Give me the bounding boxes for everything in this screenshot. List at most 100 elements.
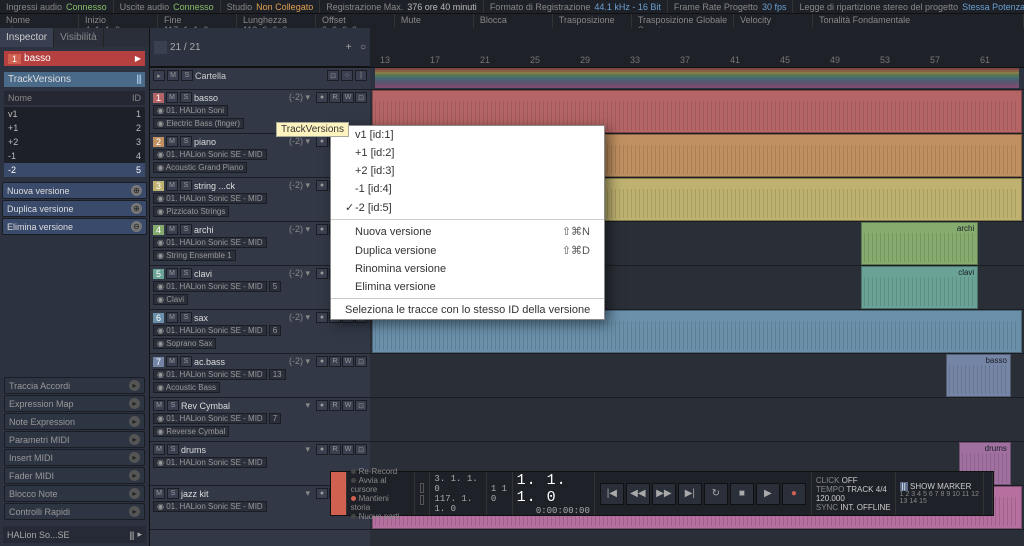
solo-button[interactable]: S (180, 92, 192, 103)
record-enable[interactable]: ● (316, 92, 328, 103)
menu-item[interactable]: Duplica versione⇧⌘D (331, 241, 604, 260)
menu-item-version[interactable]: +2 [id:3] (331, 162, 604, 180)
mute-button[interactable]: M (166, 356, 178, 367)
midi-clip[interactable]: basso (946, 354, 1011, 397)
rewind-button[interactable]: ◀◀ (626, 483, 650, 505)
selected-track-header[interactable]: 1 basso ▶ (4, 51, 145, 66)
menu-item[interactable]: Elimina versione (331, 278, 604, 296)
transport-panel: Re-RecordAvvia al cursoreMantieni storia… (330, 471, 994, 516)
menu-item[interactable]: Nuova versione⇧⌘N (331, 222, 604, 241)
lock-icon[interactable]: ⊡ (355, 444, 367, 455)
solo-button[interactable]: S (180, 356, 192, 367)
solo-button[interactable]: S (180, 136, 192, 147)
record-mode-option[interactable]: Avvia al cursore (351, 476, 410, 494)
write-button[interactable]: W (342, 400, 354, 411)
track-list-tabs[interactable]: 21 / 21 + ○ (150, 28, 370, 67)
mute-button[interactable]: M (166, 92, 178, 103)
track-lane[interactable] (370, 398, 1024, 442)
menu-item-version[interactable]: ✓-2 [id:5] (331, 198, 604, 217)
record-enable[interactable]: ● (316, 312, 328, 323)
inspector-section[interactable]: Note Expression▸ (4, 413, 145, 430)
record-mode-option[interactable]: Re-Record (351, 467, 410, 476)
time-ruler[interactable]: 13172125293337414549535761 (370, 28, 1024, 67)
menu-item-version[interactable]: v1 [id:1] (331, 126, 604, 144)
primary-time-display[interactable]: 1. 1. 1. 0 (517, 472, 590, 506)
record-enable[interactable]: ● (316, 268, 328, 279)
instrument-slot[interactable]: HALion So...SE ||| ▸ (3, 526, 146, 543)
record-mode-option[interactable]: Nuove parti (351, 512, 410, 521)
forward-button[interactable]: ▶▶ (652, 483, 676, 505)
mute-button[interactable]: M (166, 224, 178, 235)
solo-button[interactable]: S (180, 268, 192, 279)
inspector-section[interactable]: Traccia Accordi▸ (4, 377, 145, 394)
record-mode-option[interactable]: Mantieni storia (351, 494, 410, 512)
read-button[interactable]: R (329, 356, 341, 367)
version-action[interactable]: Duplica versione⊕ (2, 200, 147, 217)
solo-button[interactable]: S (180, 312, 192, 323)
trackversions-section[interactable]: TrackVersions ||| (4, 72, 145, 87)
write-button[interactable]: W (342, 356, 354, 367)
inspector-section[interactable]: Expression Map▸ (4, 395, 145, 412)
track-header[interactable]: MSRev Cymbal ▾●RW⊡◉ 01. HALion Sonic SE … (150, 398, 370, 441)
record-enable[interactable]: ● (316, 180, 328, 191)
midi-clip[interactable]: clavi (861, 266, 979, 309)
lock-icon[interactable]: ⊡ (355, 92, 367, 103)
menu-item-select-same-id[interactable]: Seleziona le tracce con lo stesso ID del… (331, 301, 604, 319)
version-action[interactable]: Nuova versione⊕ (2, 182, 147, 199)
mute-button[interactable]: M (166, 268, 178, 279)
lock-icon[interactable]: ⊡ (355, 400, 367, 411)
stop-button[interactable]: ■ (730, 483, 754, 505)
inspector-section[interactable]: Insert MIDI▸ (4, 449, 145, 466)
menu-item-version[interactable]: +1 [id:2] (331, 144, 604, 162)
mute-button[interactable]: M (153, 400, 165, 411)
record-enable[interactable]: ● (316, 400, 328, 411)
record-enable[interactable]: ● (316, 356, 328, 367)
read-button[interactable]: R (329, 92, 341, 103)
solo-button[interactable]: S (167, 444, 179, 455)
mute-button[interactable]: M (166, 136, 178, 147)
inspector-section[interactable]: Fader MIDI▸ (4, 467, 145, 484)
inspector-section[interactable]: Parametri MIDI▸ (4, 431, 145, 448)
midi-clip[interactable]: archi (861, 222, 979, 265)
mute-button[interactable]: M (166, 180, 178, 191)
track-lane[interactable]: basso (370, 354, 1024, 398)
solo-button[interactable]: S (167, 400, 179, 411)
mute-button[interactable]: M (166, 312, 178, 323)
inspector-section[interactable]: Controlli Rapidi▸ (4, 503, 145, 520)
play-button[interactable]: ▶ (756, 483, 780, 505)
lock-icon[interactable]: ⊡ (355, 356, 367, 367)
version-action[interactable]: Elimina versione⊖ (2, 218, 147, 235)
goto-start-button[interactable]: |◀ (600, 483, 624, 505)
record-enable[interactable]: ● (316, 488, 328, 499)
record-button[interactable]: ● (782, 483, 806, 505)
mute-button[interactable]: M (153, 488, 165, 499)
record-enable[interactable]: ● (316, 224, 328, 235)
status-bar: Ingressi audio Connesso Uscite audio Con… (0, 0, 1024, 14)
cycle-button[interactable]: ↻ (704, 483, 728, 505)
solo-button[interactable]: S (167, 488, 179, 499)
menu-item-version[interactable]: -1 [id:4] (331, 180, 604, 198)
version-row[interactable]: +23 (4, 135, 145, 149)
write-button[interactable]: W (342, 444, 354, 455)
goto-end-button[interactable]: ▶| (678, 483, 702, 505)
inspector-panel: Inspector Visibilità 1 basso ▶ TrackVers… (0, 28, 150, 546)
record-enable[interactable]: ● (316, 136, 328, 147)
version-row[interactable]: -14 (4, 149, 145, 163)
write-button[interactable]: W (342, 92, 354, 103)
inspector-section[interactable]: Blocco Note▸ (4, 485, 145, 502)
version-row[interactable]: -25 (4, 163, 145, 177)
solo-button[interactable]: S (180, 180, 192, 191)
version-row[interactable]: v11 (4, 107, 145, 121)
version-row[interactable]: +12 (4, 121, 145, 135)
track-header[interactable]: 7MSac.bass(-2) ▾●RW⊡◉ 01. HALion Sonic S… (150, 354, 370, 397)
menu-item[interactable]: Rinomina versione (331, 260, 604, 278)
read-button[interactable]: R (329, 444, 341, 455)
tab-visibility[interactable]: Visibilità (54, 28, 104, 47)
mute-button[interactable]: M (153, 444, 165, 455)
tab-inspector[interactable]: Inspector (0, 28, 54, 47)
solo-button[interactable]: S (180, 224, 192, 235)
loop-toggle[interactable] (415, 472, 431, 515)
record-enable[interactable]: ● (316, 444, 328, 455)
read-button[interactable]: R (329, 400, 341, 411)
folder-collapse-icon[interactable]: ▸ (153, 70, 165, 81)
